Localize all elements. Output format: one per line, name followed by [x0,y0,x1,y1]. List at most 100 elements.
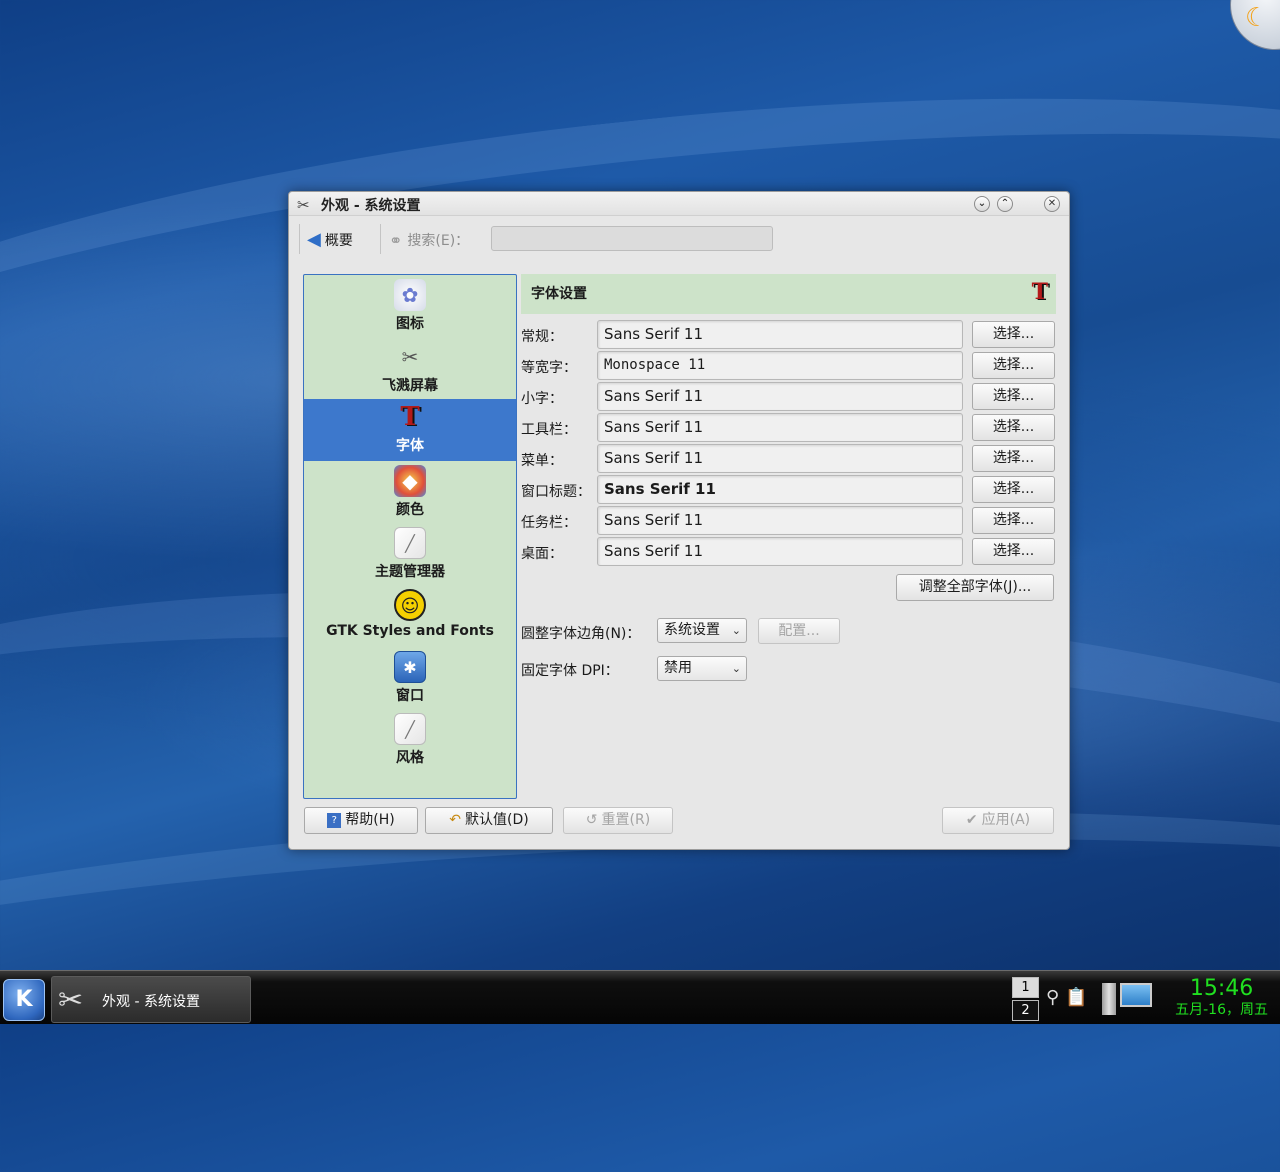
taskbar-window-item[interactable]: ✂ 外观 - 系统设置 [51,976,251,1023]
fonts-icon: T [400,402,420,432]
font-label: 常规： [521,329,563,345]
dpi-value: 禁用 [664,660,692,676]
sidebar-item-splash-screen[interactable]: ✂ 飞溅屏幕 [304,341,516,401]
chevron-down-icon: ⌄ [731,624,741,637]
close-button[interactable]: ✕ [1044,196,1060,212]
sidebar-item-label: 字体 [396,438,424,454]
adjust-all-fonts-button[interactable]: 调整全部字体(J)... [896,574,1054,601]
sidebar-item-theme-manager[interactable]: ╱ 主题管理器 [304,527,516,587]
font-value: Sans Serif 11 [597,382,963,411]
taskbar-window-label: 外观 - 系统设置 [102,994,200,1010]
font-label: 菜单： [521,453,563,469]
icons-icon: ✿ [394,279,426,311]
font-row-toolbar: 工具栏： Sans Serif 11 选择... [521,412,1056,443]
windows-icon: ✱ [394,651,426,683]
toolbar-handle [299,224,300,254]
gtk-icon: ☺ [394,589,426,621]
moon-icon: ☾ [1245,3,1269,33]
desktop-toolbox-corner[interactable]: ☾ [1230,0,1280,50]
choose-font-button[interactable]: 选择... [972,321,1055,348]
sidebar-item-colors[interactable]: ◆ 颜色 [304,465,516,525]
computer-icon[interactable] [1102,981,1152,1017]
dpi-label: 固定字体 DPI： [521,663,619,679]
sidebar-item-style[interactable]: ╱ 风格 [304,713,516,773]
reset-label: 重置(R) [601,812,651,828]
choose-font-button[interactable]: 选择... [972,476,1055,503]
antialias-value: 系统设置 [664,622,720,638]
checkmark-icon: ✔ [965,812,978,828]
font-value: Sans Serif 11 [597,413,963,442]
network-icon[interactable]: ⚲ [1046,987,1059,1008]
choose-font-button[interactable]: 选择... [972,383,1055,410]
sidebar-item-label: 飞溅屏幕 [382,378,438,394]
choose-font-button[interactable]: 选择... [972,507,1055,534]
clipboard-icon[interactable]: 📋 [1065,987,1087,1008]
fonts-icon: T [1031,279,1048,305]
toolbar-separator [380,224,381,254]
pager-desktop-1[interactable]: 1 [1012,977,1039,998]
font-row-desktop: 桌面： Sans Serif 11 选择... [521,536,1056,567]
font-row-menu: 菜单： Sans Serif 11 选择... [521,443,1056,474]
search-label: 搜索(E)： [407,233,470,249]
sidebar-item-label: 颜色 [396,502,424,518]
window-titlebar[interactable]: ✂ 外观 - 系统设置 ⌄ ⌃ ✕ [289,192,1069,216]
sidebar-item-label: 窗口 [396,688,424,704]
choose-font-button[interactable]: 选择... [972,352,1055,379]
taskbar: K ✂ 外观 - 系统设置 1 2 ⚲ 📋 15:46 五月-16，周五 [0,970,1280,1024]
font-row-window-title: 窗口标题： Sans Serif 11 选择... [521,474,1056,505]
digital-clock[interactable]: 15:46 五月-16，周五 [1175,977,1268,1019]
sidebar-item-label: 图标 [396,316,424,332]
binoculars-icon: ⚭ [389,230,403,250]
window-title: 外观 - 系统设置 [321,198,421,214]
category-sidebar: ✿ 图标 ✂ 飞溅屏幕 T 字体 ◆ 颜色 ╱ 主题管理器 ☺ GTK Styl… [303,274,517,799]
font-row-general: 常规： Sans Serif 11 选择... [521,319,1056,350]
chevron-down-icon: ⌄ [731,662,741,675]
font-label: 工具栏： [521,422,577,438]
dpi-select[interactable]: 禁用 ⌄ [657,656,747,681]
colors-icon: ◆ [394,465,426,497]
help-button[interactable]: ? 帮助(H) [304,807,418,834]
font-value: Sans Serif 11 [597,475,963,504]
sidebar-item-icons[interactable]: ✿ 图标 [304,279,516,339]
defaults-label: 默认值(D) [465,812,529,828]
sidebar-item-label: 风格 [396,750,424,766]
choose-font-button[interactable]: 选择... [972,445,1055,472]
choose-font-button[interactable]: 选择... [972,414,1055,441]
antialias-select[interactable]: 系统设置 ⌄ [657,618,747,643]
antialias-label: 圆整字体边角(N)： [521,626,641,642]
system-tray: ⚲ 📋 [1046,987,1088,1008]
back-arrow-icon: ◀ [307,229,321,250]
font-value: Sans Serif 11 [597,444,963,473]
kde-menu-button[interactable]: K [3,979,45,1021]
overview-label: 概要 [324,233,353,249]
maximize-button[interactable]: ⌃ [997,196,1013,212]
font-value: Monospace 11 [597,351,963,380]
panel-title: 字体设置 [531,286,587,302]
sidebar-item-gtk[interactable]: ☺ GTK Styles and Fonts [304,589,516,649]
choose-font-button[interactable]: 选择... [972,538,1055,565]
tools-icon: ✂ [297,196,310,214]
clock-date: 五月-16，周五 [1175,1002,1268,1018]
minimize-button[interactable]: ⌄ [974,196,990,212]
tools-icon: ✂ [58,983,84,1018]
overview-button[interactable]: ◀ 概要 [307,228,353,252]
font-row-fixed-width: 等宽字： Monospace 11 选择... [521,350,1056,381]
pager-desktop-2[interactable]: 2 [1012,1000,1039,1021]
defaults-button[interactable]: ↶ 默认值(D) [425,807,553,834]
search-input[interactable] [491,226,773,251]
apply-button[interactable]: ✔ 应用(A) [942,807,1054,834]
sidebar-item-fonts[interactable]: T 字体 [304,399,516,461]
reset-button[interactable]: ↺ 重置(R) [563,807,673,834]
reset-icon: ↺ [585,812,598,828]
sidebar-item-label: GTK Styles and Fonts [326,623,494,639]
font-label: 窗口标题： [521,484,591,500]
sidebar-item-windows[interactable]: ✱ 窗口 [304,651,516,711]
style-icon: ╱ [394,713,426,745]
configure-button[interactable]: 配置... [758,618,840,644]
help-icon: ? [327,812,342,828]
panel-header: 字体设置 T [521,274,1056,314]
font-value: Sans Serif 11 [597,506,963,535]
font-label: 小字： [521,391,563,407]
toolbar: ◀ 概要 ⚭ 搜索(E)： [297,222,1061,258]
sidebar-item-label: 主题管理器 [375,564,445,580]
